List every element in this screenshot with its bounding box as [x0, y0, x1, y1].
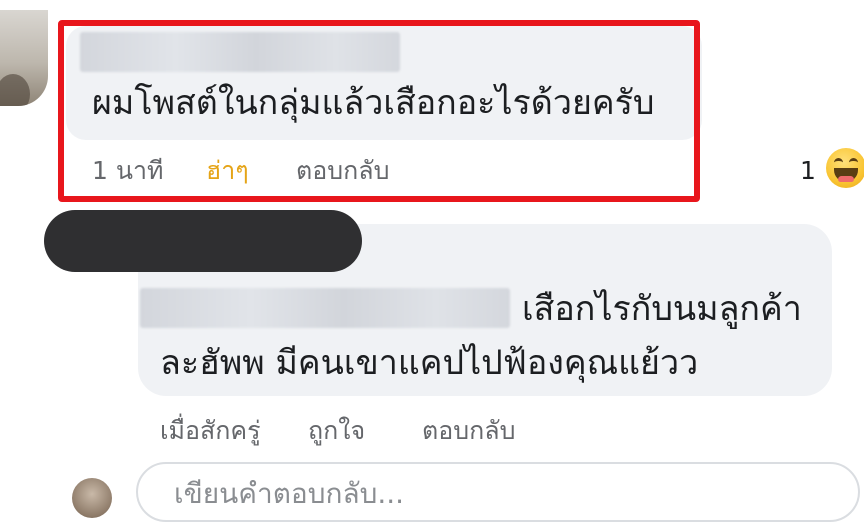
- haha-emoji-icon[interactable]: [826, 148, 864, 188]
- commenter-avatar[interactable]: [0, 10, 48, 106]
- reply-text-line-1: เสือกไรกับนมลูกค้า: [522, 289, 802, 329]
- emoji-eye: [834, 158, 843, 167]
- reply-timestamp[interactable]: เมื่อสักครู่: [160, 414, 261, 448]
- emoji-eye: [849, 158, 858, 167]
- reply-input-placeholder: เขียนคำตอบกลับ...: [174, 477, 405, 510]
- censored-name-bar: [44, 210, 362, 272]
- emoji-mouth: [834, 168, 858, 182]
- like-button[interactable]: ถูกใจ: [308, 414, 365, 448]
- reply-input[interactable]: เขียนคำตอบกลับ...: [136, 462, 860, 522]
- blurred-mention: [140, 288, 510, 328]
- reply-text-line-2: ละฮัพพ มีคนเขาแคปไปฟ้องคุณแย้วว: [160, 343, 699, 383]
- red-highlight-frame: [58, 20, 700, 202]
- reaction-count[interactable]: 1: [800, 154, 816, 188]
- current-user-avatar: [72, 478, 112, 518]
- reply-button[interactable]: ตอบกลับ: [422, 414, 515, 448]
